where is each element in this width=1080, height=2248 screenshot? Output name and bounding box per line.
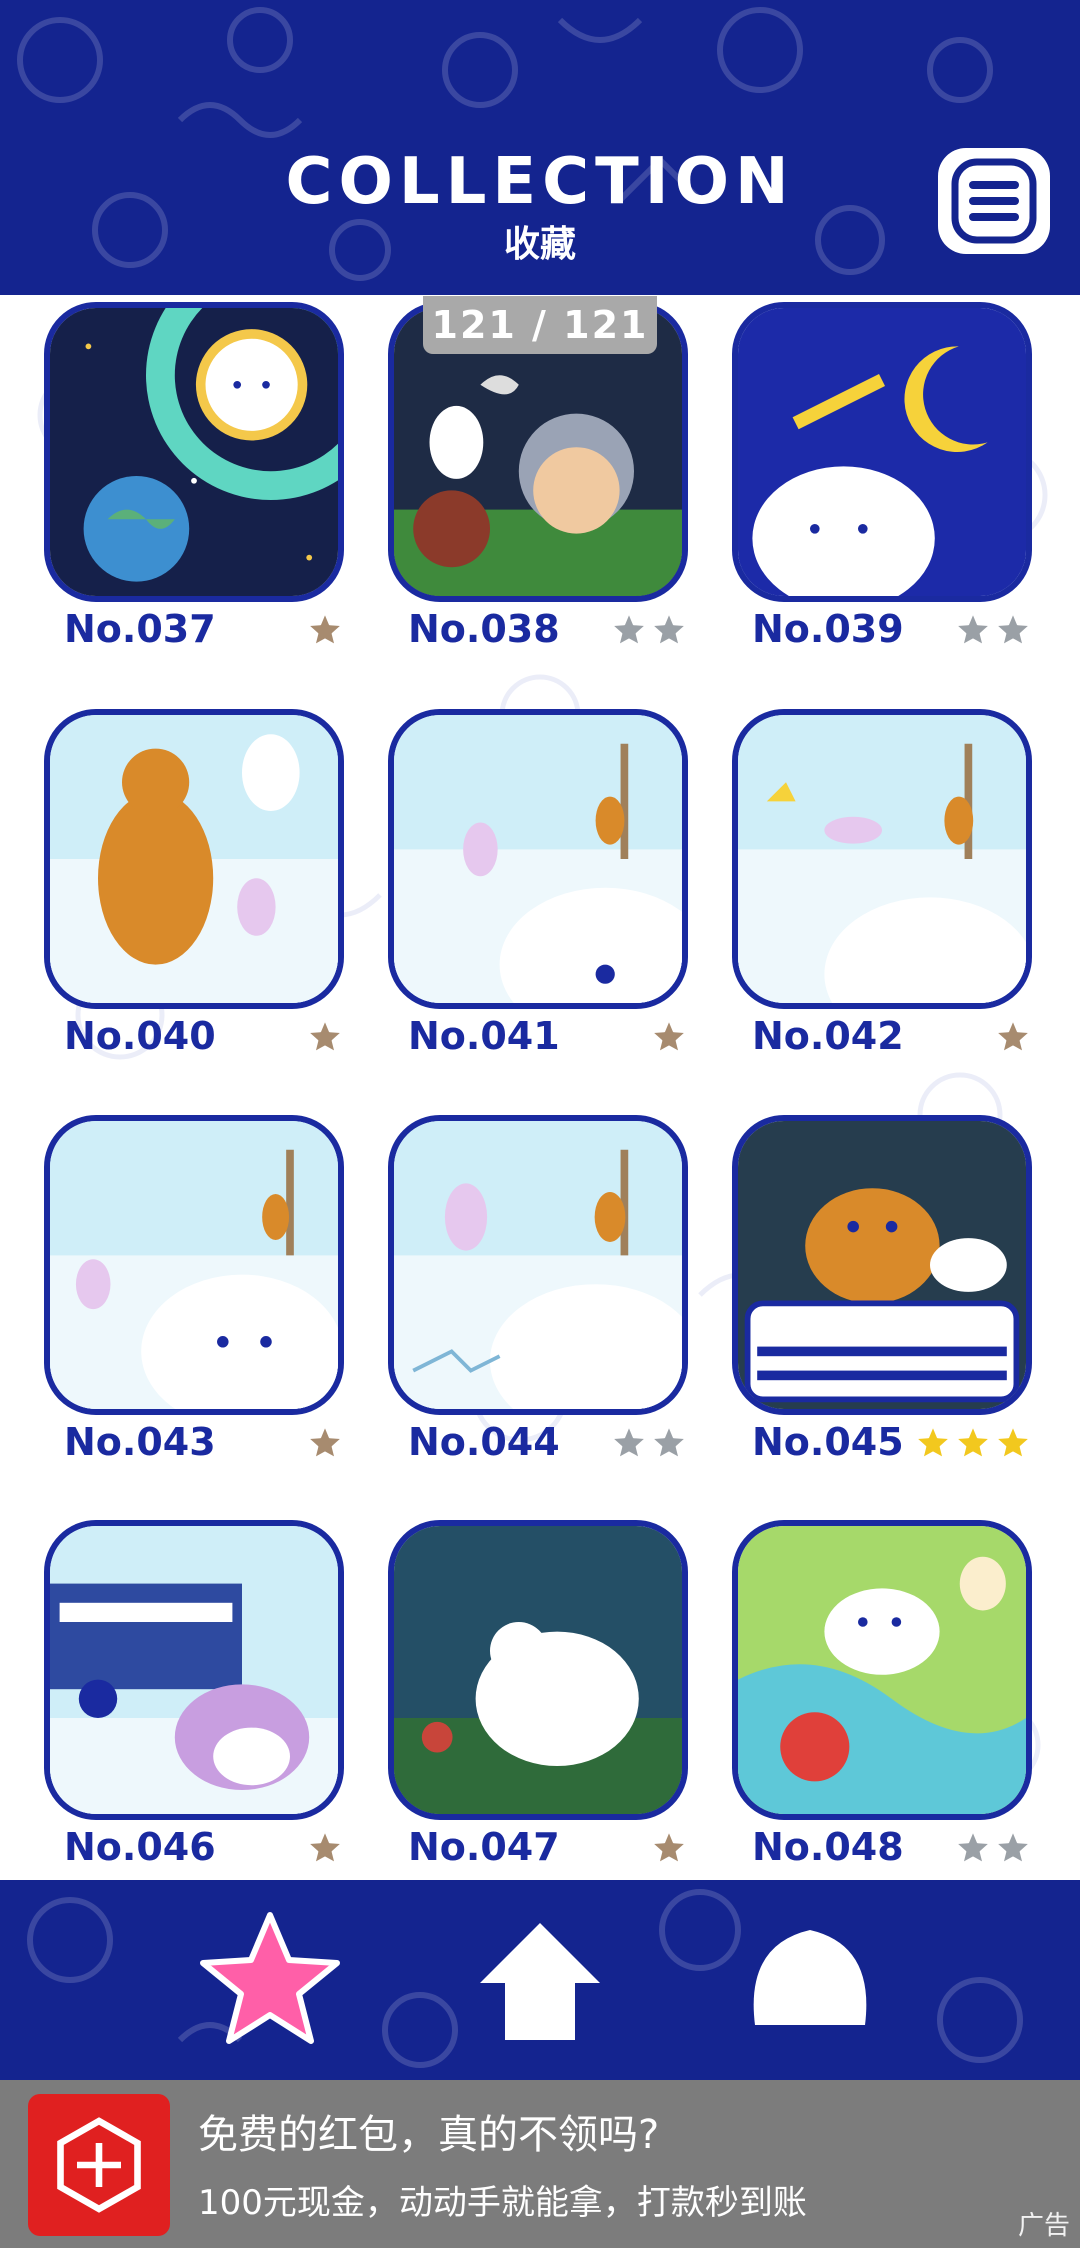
rating-stars [914,1423,1032,1461]
rating-star-icon [306,1829,344,1865]
rating-star-icon [954,1829,992,1865]
menu-button[interactable] [938,148,1050,254]
card-thumbnail [44,302,344,602]
card-label: No.045 [752,1420,904,1464]
card-044[interactable]: No.044 [388,1115,688,1464]
skating-scene-image [394,715,682,1003]
card-thumbnail [44,1115,344,1415]
rating-star-icon [650,1424,688,1460]
rating-stars [306,610,344,648]
card-label: No.042 [752,1014,904,1058]
card-thumbnail [44,709,344,1009]
card-037[interactable]: No.037 [44,302,344,651]
card-label: No.041 [408,1014,560,1058]
ice-crack-image [394,1121,682,1409]
card-thumbnail [388,1520,688,1820]
rating-star-icon [994,611,1032,647]
card-thumbnail [388,709,688,1009]
rating-stars [650,1017,688,1055]
character-nav-icon [753,1930,867,2025]
rating-star-icon [650,1018,688,1054]
card-thumbnail [732,302,1032,602]
rating-stars [954,610,1032,648]
card-label: No.037 [64,607,216,651]
card-041[interactable]: No.041 [388,709,688,1058]
rating-star-icon [650,1829,688,1865]
rating-star-icon [650,611,688,647]
night-dog-image [394,1526,682,1814]
rating-star-icon [954,1424,992,1460]
card-046[interactable]: No.046 [44,1520,344,1869]
card-label: No.048 [752,1825,904,1869]
card-047[interactable]: No.047 [388,1520,688,1869]
rating-stars [650,1828,688,1866]
moon-dog-image [738,308,1026,596]
card-039[interactable]: No.039 [732,302,1032,651]
card-thumbnail [732,1520,1032,1820]
ad-subtitle: 100元现金，动动手就能拿，打款秒到账 [198,2183,807,2223]
rating-star-icon [954,611,992,647]
collection-tab[interactable] [190,1900,350,2060]
rating-star-icon [914,1424,952,1460]
rating-stars [306,1423,344,1461]
space-dog-image [50,308,338,596]
rating-star-icon [306,1424,344,1460]
rating-star-icon [306,611,344,647]
rating-star-icon [994,1018,1032,1054]
card-label: No.046 [64,1825,216,1869]
bottom-nav [0,1880,1080,2080]
rating-star-icon [610,1424,648,1460]
truck-crash-image [50,1526,338,1814]
rating-stars [994,1017,1032,1055]
river-dog-image [738,1526,1026,1814]
rating-star-icon [994,1424,1032,1460]
page-title: COLLECTION [285,145,795,219]
card-042[interactable]: No.042 [732,709,1032,1058]
slipping-scene-image [738,715,1026,1003]
ad-tag: 广告 [1017,2211,1070,2241]
rating-stars [610,610,688,648]
rating-stars [306,1017,344,1055]
pinduoduo-app-icon [28,2094,170,2236]
card-045[interactable]: No.045 [732,1115,1032,1464]
bear-skating-image [50,715,338,1003]
rating-stars [610,1423,688,1461]
card-thumbnail [44,1520,344,1820]
card-043[interactable]: No.043 [44,1115,344,1464]
card-thumbnail [732,1115,1032,1415]
rating-star-icon [306,1018,344,1054]
rating-star-icon [994,1829,1032,1865]
character-tab[interactable] [730,1900,890,2060]
rating-stars [954,1828,1032,1866]
card-thumbnail [388,1115,688,1415]
rating-stars [306,1828,344,1866]
ad-title: 免费的红包，真的不领吗? [198,2112,660,2158]
card-040[interactable]: No.040 [44,709,344,1058]
card-thumbnail [732,709,1032,1009]
card-label: No.040 [64,1014,216,1058]
page-subtitle: 收藏 [503,224,576,265]
home-nav-icon [480,1923,600,2040]
card-label: No.047 [408,1825,560,1869]
rating-star-icon [610,611,648,647]
ad-banner[interactable]: 免费的红包，真的不领吗? 100元现金，动动手就能拿，打款秒到账 广告 [0,2080,1080,2248]
home-tab[interactable] [460,1900,620,2060]
card-label: No.043 [64,1420,216,1464]
header-bar: COLLECTION 收藏 [0,0,1080,295]
skating-dog-image [50,1121,338,1409]
card-label: No.044 [408,1420,560,1464]
card-label: No.038 [408,607,560,651]
collection-counter: 121 / 121 [423,296,657,354]
card-048[interactable]: No.048 [732,1520,1032,1869]
star-nav-icon [200,1912,340,2044]
hamburger-menu-icon [951,158,1037,244]
bear-driving-image [738,1121,1026,1409]
card-label: No.039 [752,607,904,651]
